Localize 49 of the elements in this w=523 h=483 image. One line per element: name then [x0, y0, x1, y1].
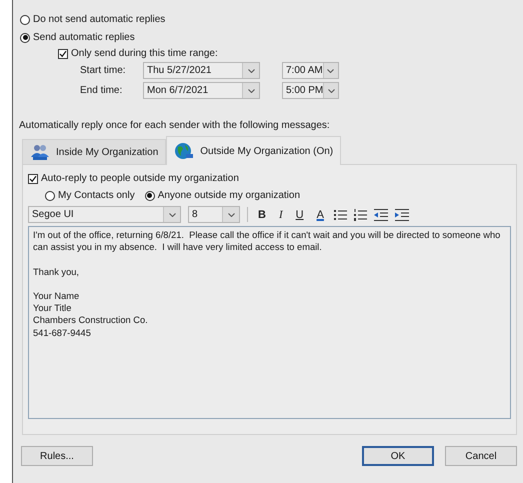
- instruction-text: Automatically reply once for each sender with the following messages:: [19, 120, 331, 131]
- time-label: Start time:: [80, 65, 127, 76]
- increase-indent-icon[interactable]: [394, 208, 409, 220]
- date-dropdown[interactable]: Thu 5/27/2021: [143, 62, 260, 79]
- font-dropdown[interactable]: Segoe UI: [28, 206, 181, 223]
- checkbox-label: Only send during this time range:: [71, 48, 218, 59]
- message-text: Your Name: [33, 290, 80, 302]
- people-icon: [30, 143, 50, 161]
- dialog-button[interactable]: OK: [362, 446, 434, 466]
- message-text: Your Title: [33, 302, 72, 314]
- date-dropdown[interactable]: Mon 6/7/2021: [143, 82, 260, 99]
- checkbox-label: Auto-reply to people outside my organization: [41, 173, 239, 184]
- italic-button[interactable]: I: [276, 208, 286, 220]
- dialog-button[interactable]: Rules...: [21, 446, 93, 466]
- caret-icon: [168, 212, 176, 216]
- radio-label: Do not send automatic replies: [33, 14, 166, 25]
- color-button[interactable]: A: [314, 208, 327, 220]
- checkbox[interactable]: [28, 174, 38, 184]
- underline-button[interactable]: U: [292, 208, 307, 220]
- time-label: End time:: [80, 85, 124, 96]
- tab[interactable]: Outside My Organization (On): [166, 136, 342, 165]
- message-text: Thank you,: [33, 266, 80, 278]
- caret-icon: [327, 68, 334, 72]
- checkbox[interactable]: [58, 48, 68, 58]
- message-text: Chambers Construction Co.: [33, 314, 149, 327]
- dialog-button[interactable]: Cancel: [445, 446, 517, 466]
- bullet-list-icon[interactable]: [334, 208, 347, 220]
- radio-button[interactable]: [20, 14, 30, 24]
- message-text: 541-687-9445: [33, 326, 92, 339]
- radio-label: Anyone outside my organization: [158, 190, 300, 201]
- message-text: I'm out of the office, returning 6/8/21. Please call the office if it can't wait and you will be directed to someone who can assist you in my absence. I will have very limited access to email.: [33, 229, 502, 254]
- font-size-dropdown[interactable]: 8: [188, 206, 240, 223]
- tab[interactable]: Inside My Organization: [22, 139, 166, 164]
- caret-icon: [248, 68, 254, 72]
- globe-icon: [174, 142, 194, 160]
- decrease-indent-icon[interactable]: [374, 208, 388, 220]
- radio-button[interactable]: [144, 190, 155, 200]
- time-dropdown[interactable]: 7:00 AM: [282, 62, 339, 79]
- caret-icon: [328, 88, 335, 92]
- radio-label: My Contacts only: [58, 190, 135, 201]
- bold-button[interactable]: B: [255, 208, 269, 220]
- message-field[interactable]: [28, 226, 511, 419]
- radio-label: Send automatic replies: [33, 32, 135, 43]
- caret-icon: [228, 212, 234, 216]
- time-dropdown[interactable]: 5:00 PM: [282, 82, 339, 99]
- radio-button[interactable]: [20, 32, 30, 42]
- caret-icon: [248, 88, 254, 92]
- radio-button[interactable]: [45, 190, 55, 200]
- numbered-list-icon[interactable]: [354, 208, 367, 220]
